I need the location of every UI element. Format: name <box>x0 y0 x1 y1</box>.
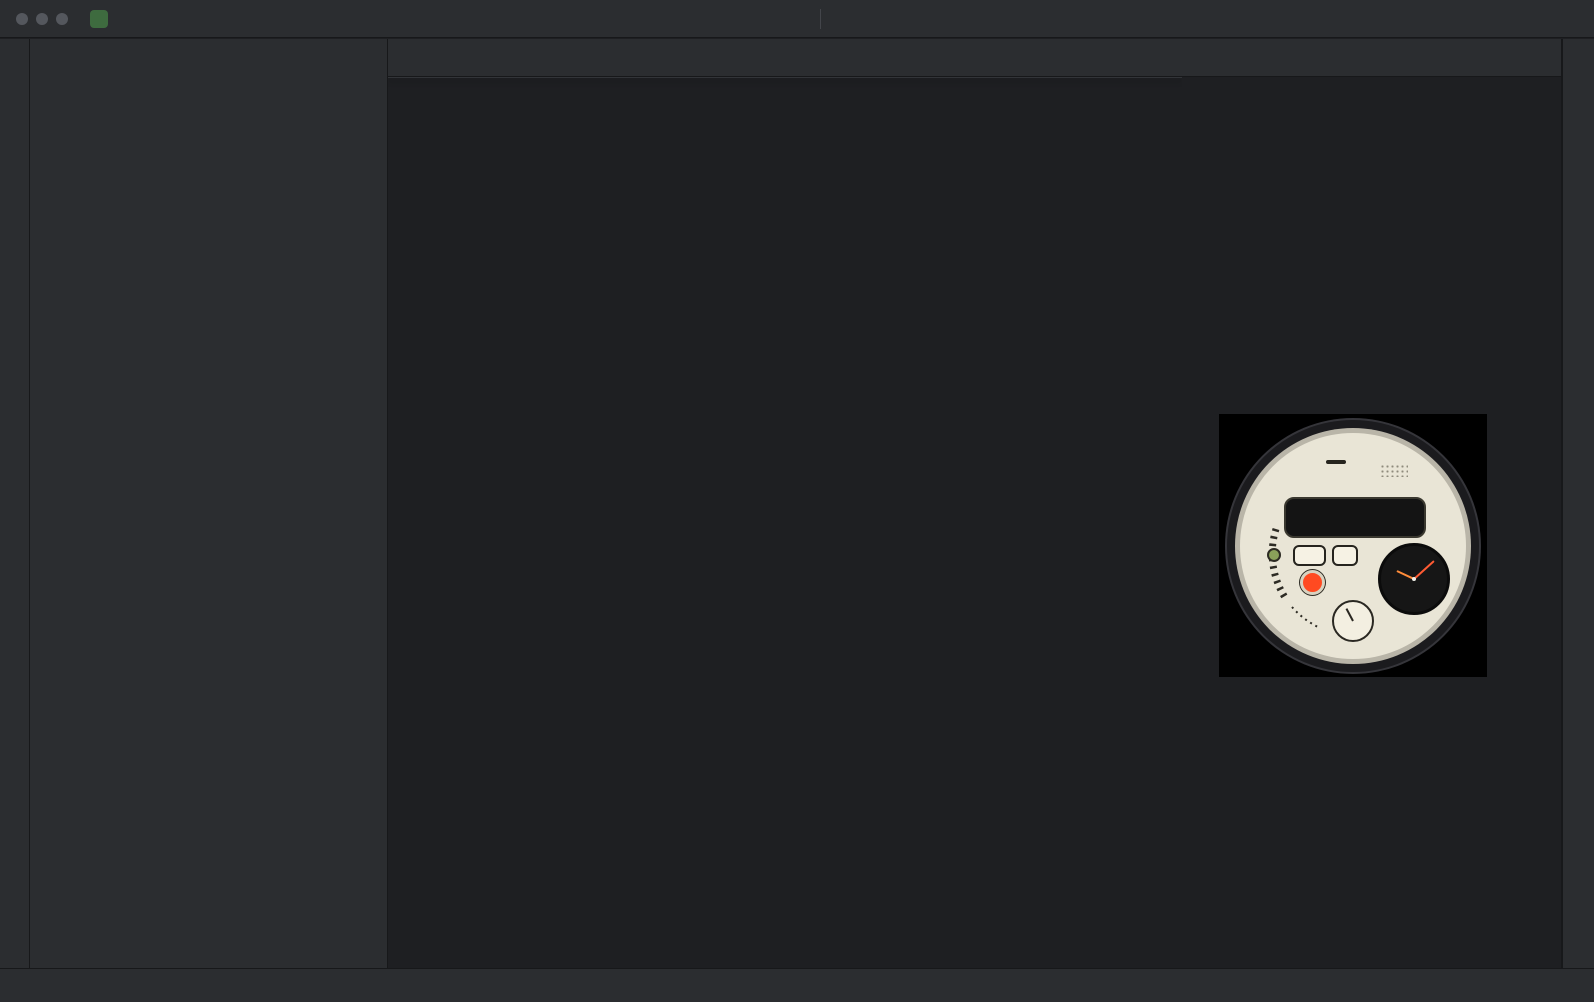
close-window-button[interactable] <box>16 12 28 25</box>
watch-complication-dot <box>1267 547 1281 562</box>
right-tool-stripe <box>1562 39 1594 968</box>
editor-scrollbar[interactable] <box>1168 77 1182 968</box>
running-devices-panel <box>1182 39 1562 968</box>
watch-month <box>1293 544 1326 566</box>
more-run-options-button[interactable] <box>919 5 947 33</box>
watch-dot-texture <box>1380 463 1408 477</box>
window-controls[interactable] <box>16 12 68 25</box>
watch-mini-gauge <box>1332 599 1374 642</box>
editor-tabbar <box>388 39 1182 77</box>
run-button[interactable] <box>859 5 887 33</box>
watch-day <box>1332 544 1358 566</box>
watch-digital-time <box>1284 496 1426 538</box>
project-logo <box>90 9 108 28</box>
toolbar-divider <box>819 8 821 29</box>
watch-year <box>1326 459 1346 464</box>
device-toolbar-secondary <box>1182 85 1561 89</box>
apply-changes-button[interactable] <box>889 5 917 33</box>
watch-weekday-subdial <box>1378 542 1450 615</box>
run-configuration-selector[interactable] <box>829 14 857 24</box>
minimize-window-button[interactable] <box>36 12 48 25</box>
android-studio-window <box>0 0 1594 1002</box>
maximize-window-button[interactable] <box>56 12 68 25</box>
statusbar <box>0 968 1594 1002</box>
left-tool-stripe <box>0 39 30 968</box>
code-editor[interactable] <box>388 77 1182 968</box>
sticky-lines <box>388 77 1182 78</box>
watch-face <box>1240 432 1466 659</box>
project-panel <box>30 39 388 968</box>
mini-gauge-needle <box>1345 607 1354 621</box>
device-toolbar <box>1182 77 1561 85</box>
device-display[interactable] <box>1219 414 1487 677</box>
titlebar <box>0 0 1594 38</box>
subdial-pin <box>1412 576 1416 581</box>
run-toolbar <box>784 5 947 33</box>
project-panel-header[interactable] <box>30 39 387 77</box>
device-selector[interactable] <box>784 14 812 24</box>
running-devices-header <box>1182 39 1561 77</box>
version-control-menu[interactable] <box>128 14 150 24</box>
watch-gauge-indicator <box>1300 569 1325 595</box>
subdial-hand <box>1413 559 1435 580</box>
editor-area <box>388 39 1182 968</box>
project-selector[interactable] <box>82 5 128 33</box>
